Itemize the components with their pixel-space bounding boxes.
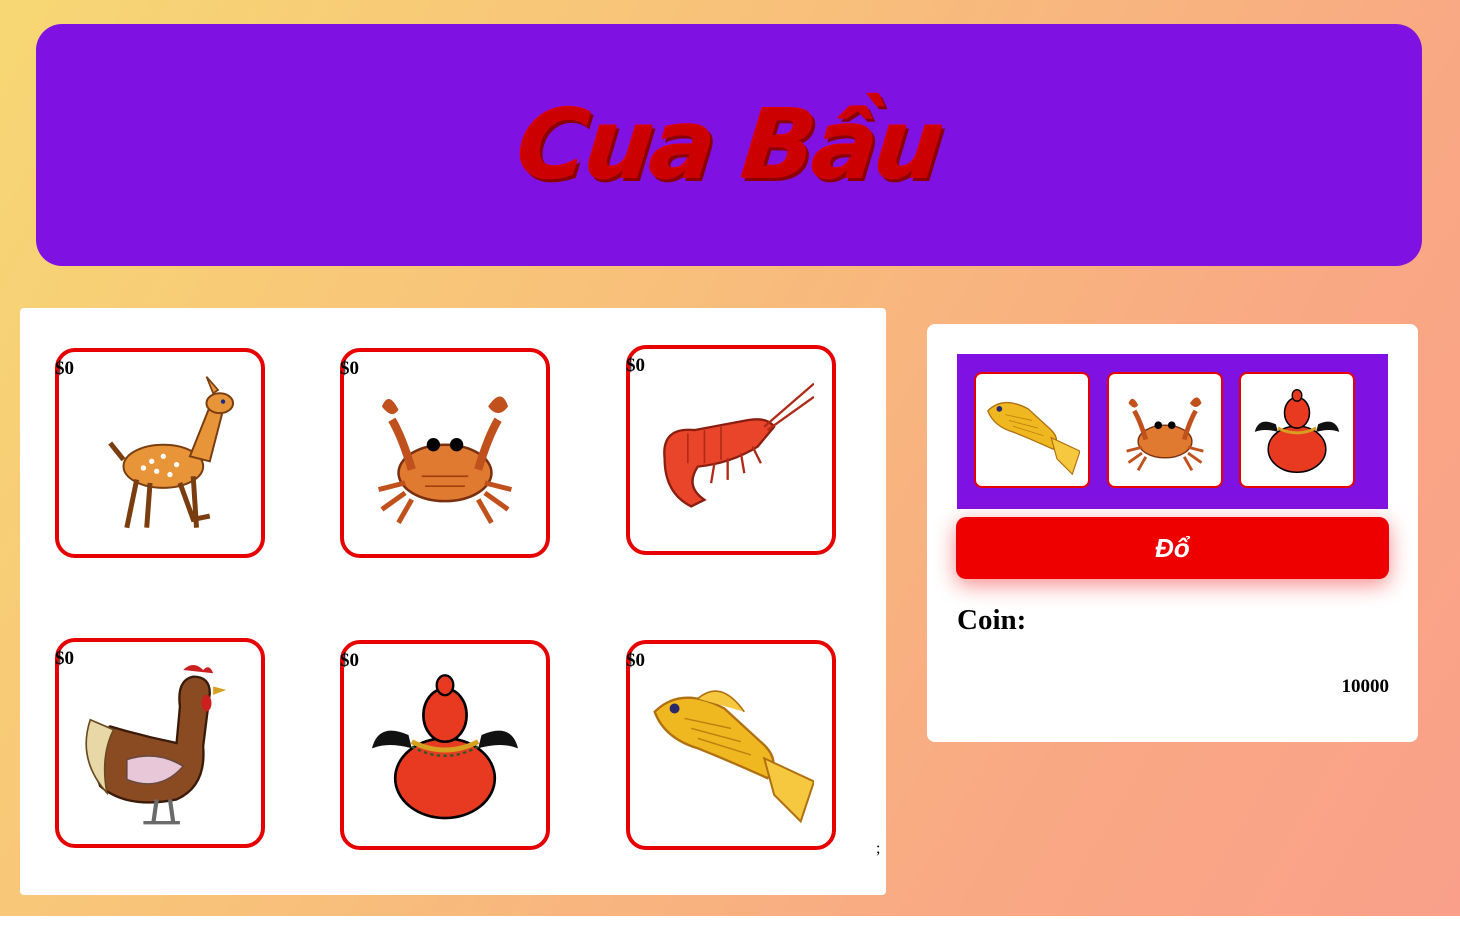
rooster-icon xyxy=(85,664,227,825)
bet-cell-deer[interactable]: $0 xyxy=(55,348,265,558)
gourd-icon xyxy=(1254,389,1340,474)
page-footer-strip xyxy=(0,916,1460,936)
betting-board: $0 $0 $0 $0 $0 $0 ; xyxy=(20,308,886,895)
bet-cell-fish[interactable]: $0 xyxy=(626,640,836,850)
dice-tray xyxy=(957,354,1388,509)
die-1 xyxy=(974,372,1090,488)
bet-amount: $0 xyxy=(626,650,645,671)
roll-button[interactable]: Đổ xyxy=(956,517,1389,579)
bet-amount: $0 xyxy=(55,648,74,669)
stray-semicolon: ; xyxy=(876,840,881,857)
fish-icon xyxy=(987,401,1080,476)
die-2 xyxy=(1107,372,1223,488)
bet-cell-rooster[interactable]: $0 xyxy=(55,638,265,848)
bet-cell-crab[interactable]: $0 xyxy=(340,348,550,558)
crab-icon xyxy=(1126,397,1204,472)
shrimp-icon xyxy=(663,382,814,508)
header-banner: Cua Bầu xyxy=(36,24,1422,266)
crab-icon xyxy=(377,396,513,524)
die-3 xyxy=(1239,372,1355,488)
game-title: Cua Bầu xyxy=(511,89,947,201)
roll-panel: Đổ Coin: 10000 xyxy=(927,324,1418,742)
deer-icon xyxy=(108,376,235,529)
bet-amount: $0 xyxy=(626,355,645,376)
bet-cell-gourd[interactable]: $0 xyxy=(340,640,550,850)
bet-cell-shrimp[interactable]: $0 xyxy=(626,345,836,555)
coin-value: 10000 xyxy=(1341,676,1390,697)
bet-amount: $0 xyxy=(55,358,74,379)
coin-label: Coin: xyxy=(957,604,1027,636)
fish-icon xyxy=(653,690,814,824)
bet-amount: $0 xyxy=(340,358,359,379)
bet-amount: $0 xyxy=(340,650,359,671)
gourd-icon xyxy=(371,674,519,820)
